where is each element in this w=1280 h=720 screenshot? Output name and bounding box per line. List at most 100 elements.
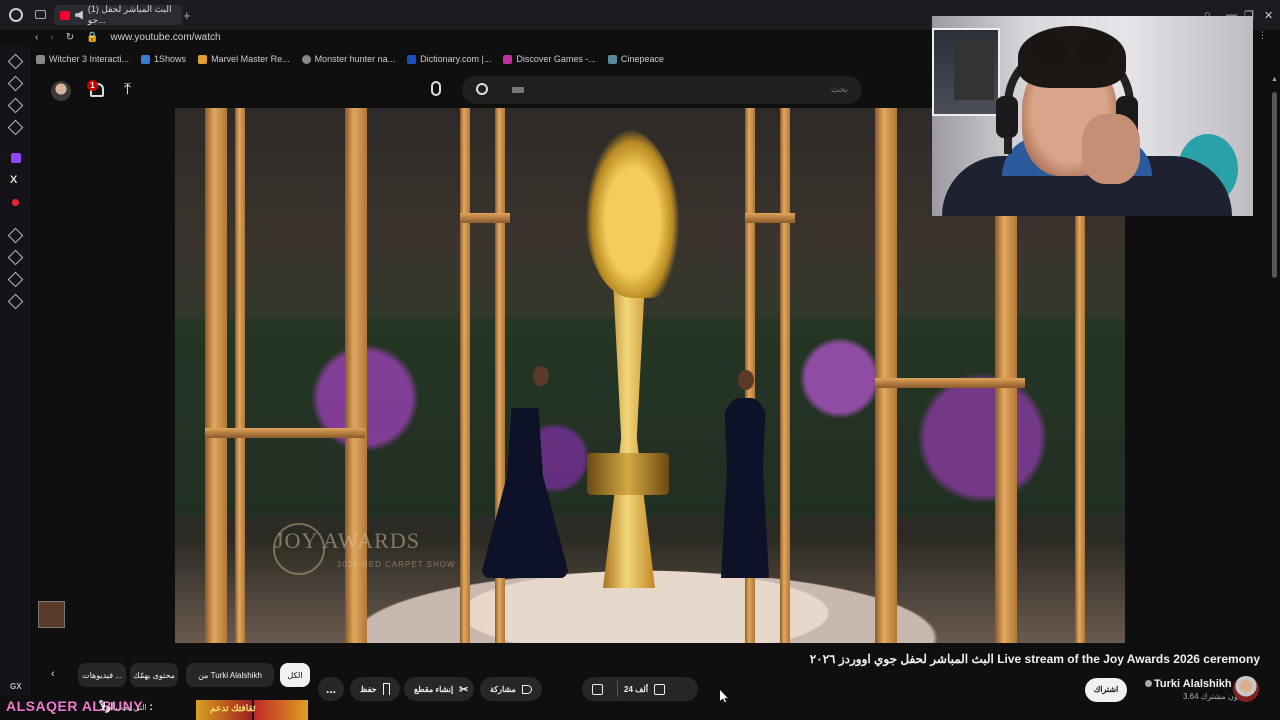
chevron-left-icon[interactable]: ‹ [51, 668, 55, 680]
video-presenter-head [738, 370, 754, 390]
tab-title: (1) البث المباشر لحفل جو... [87, 4, 172, 25]
mini-player-thumbnail[interactable] [38, 601, 65, 628]
search-icon[interactable] [476, 83, 488, 95]
video-presenter-head [533, 366, 549, 386]
opera-logo-icon[interactable] [9, 8, 23, 22]
video-trophy-falcon [585, 128, 680, 298]
dislike-button[interactable] [592, 683, 603, 695]
youtube-favicon-icon [60, 10, 71, 20]
bookmark-item[interactable]: Marvel Master Re... [198, 54, 290, 64]
microphone-icon[interactable] [431, 81, 441, 96]
bookmark-item[interactable]: Cinepeace [607, 54, 664, 64]
save-button[interactable]: حفظ [350, 677, 400, 701]
sidebar-app-icon[interactable] [7, 227, 24, 244]
chip-all[interactable]: الكل [280, 663, 310, 687]
chip-videos[interactable]: فيديوهات ... [78, 663, 126, 687]
chip-from-channel[interactable]: من Turki Alalshikh [186, 663, 274, 687]
music-icon[interactable] [12, 199, 19, 206]
scroll-up-icon[interactable]: ▲ [1271, 76, 1278, 83]
tab-manager-icon[interactable] [35, 10, 46, 19]
video-pillar [460, 108, 470, 643]
video-shelf [875, 378, 1025, 388]
bookmark-icon [36, 54, 45, 64]
lock-icon: 🔒 [86, 31, 99, 43]
search-placeholder: بحث [830, 84, 848, 94]
chip-for-you[interactable]: محتوى يهمّك [130, 663, 178, 687]
channel-row: اشتراك Turki Alalshikh 3.64 مليون مشترك [1085, 676, 1265, 704]
share-label: مشاركة [490, 684, 516, 694]
notification-badge: 1 [87, 80, 98, 91]
new-tab-button[interactable]: + [183, 8, 191, 23]
video-shelf [205, 428, 365, 438]
share-icon [521, 684, 532, 694]
like-button[interactable] [654, 683, 666, 695]
screen: (1) البث المباشر لحفل جو... + ○ — ❐ ✕ ‹ … [0, 0, 1280, 720]
channel-avatar[interactable] [1233, 676, 1259, 702]
bookmark-icon [503, 54, 513, 64]
video-title: البث المباشر لحفل جوي اووردز ٢٠٢٦ Live s… [809, 652, 1260, 666]
bookmark-icon [607, 54, 617, 64]
browser-tab[interactable]: (1) البث المباشر لحفل جو... [54, 4, 182, 25]
channel-name[interactable]: Turki Alalshikh [1145, 678, 1232, 690]
sidebar-app-icon[interactable] [7, 75, 24, 92]
more-actions-button[interactable]: ... [318, 677, 344, 701]
clip-label: إنشاء مقطع [414, 684, 454, 694]
browser-sidebar: X GX [0, 46, 30, 696]
bookmark-item[interactable]: 1Shows [141, 54, 186, 64]
close-icon[interactable]: ✕ [1264, 9, 1273, 22]
divider [617, 681, 618, 697]
upload-icon[interactable]: ⤒ [124, 81, 131, 99]
streamer-hair [1018, 26, 1126, 88]
bookmark-icon [198, 54, 208, 64]
gx-icon[interactable]: GX [10, 682, 22, 691]
sidebar-app-icon[interactable] [7, 293, 24, 310]
scrollbar-thumb[interactable] [1272, 92, 1277, 278]
avatar[interactable] [51, 81, 71, 101]
verified-icon [1145, 680, 1152, 687]
sidebar-app-icon[interactable] [7, 97, 24, 114]
bookmark-icon [407, 54, 417, 64]
video-watermark: JOY AWARDS [275, 528, 420, 553]
reload-icon[interactable]: ↻ [66, 32, 74, 43]
video-pillar [205, 108, 227, 643]
keyboard-icon[interactable] [512, 87, 524, 93]
twitch-icon[interactable] [11, 153, 21, 163]
video-shelf [745, 213, 795, 223]
headphone-cup [996, 96, 1018, 138]
bookmarks-bar: Witcher 3 Interacti... 1Shows Marvel Mas… [30, 51, 676, 67]
browser-menu-icon[interactable]: ⋮ [1258, 30, 1267, 41]
recommended-video-thumbnail[interactable] [254, 700, 308, 720]
wall-poster-figure [954, 40, 994, 100]
bookmark-icon [141, 54, 151, 64]
speaker-icon[interactable] [75, 10, 83, 20]
sidebar-app-icon[interactable] [7, 53, 24, 70]
like-count[interactable]: 24 ألف [624, 685, 648, 694]
like-dislike-group: 24 ألف [582, 677, 698, 701]
streamer-hand [1082, 114, 1140, 184]
video-pillar [875, 108, 897, 643]
recommendation-strip-text: التي يحب اولاً : [100, 702, 153, 713]
thumbnail-text: ثقافتك تدعم [210, 703, 256, 713]
bookmark-icon [301, 54, 311, 64]
x-twitter-icon[interactable]: X [10, 174, 17, 186]
sidebar-app-icon[interactable] [7, 119, 24, 136]
bookmark-save-icon [382, 683, 390, 695]
subscribe-button[interactable]: اشتراك [1085, 678, 1127, 702]
sidebar-app-icon[interactable] [7, 271, 24, 288]
clip-button[interactable]: إنشاء مقطع ✂ [404, 677, 474, 701]
bookmark-item[interactable]: Discover Games -... [503, 54, 596, 64]
share-button[interactable]: مشاركة [480, 677, 542, 701]
url-field[interactable]: www.youtube.com/watch [111, 32, 221, 43]
bookmark-item[interactable]: Witcher 3 Interacti... [36, 54, 129, 64]
save-label: حفظ [360, 684, 377, 694]
forward-icon[interactable]: › [50, 32, 53, 43]
search-input[interactable]: بحث [462, 76, 862, 104]
video-pillar [780, 108, 790, 643]
mouse-cursor-icon [720, 690, 728, 702]
bookmark-item[interactable]: Monster hunter na... [301, 54, 395, 64]
video-trophy-plinth [587, 453, 669, 495]
bookmark-item[interactable]: Dictionary.com |... [407, 54, 491, 64]
sidebar-app-icon[interactable] [7, 249, 24, 266]
youtube-header: 1 ⤒ بحث [30, 72, 930, 108]
back-icon[interactable]: ‹ [35, 32, 38, 43]
